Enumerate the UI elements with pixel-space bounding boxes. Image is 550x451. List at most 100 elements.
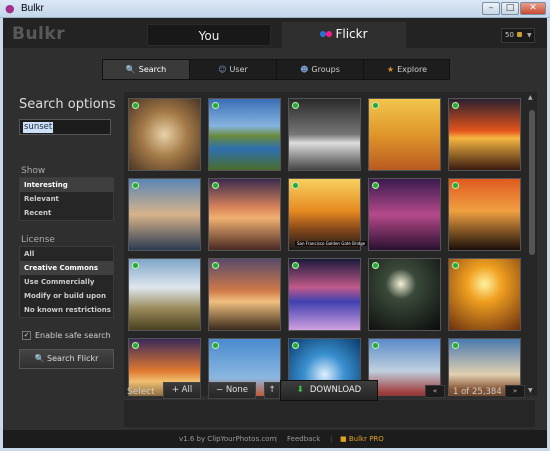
footer-pro-label: Bulkr PRO	[348, 435, 384, 443]
search-options-title: Search options	[19, 97, 116, 112]
search-type-tabs: 🔍 Search ☺ User ☻ Groups ★ Explore	[102, 59, 450, 80]
creative-commons-badge-icon	[452, 102, 459, 109]
photo-caption: San Francisco Golden Gate Bridge	[295, 241, 368, 246]
maximize-button[interactable]: □	[501, 2, 519, 15]
creative-commons-badge-icon	[132, 182, 139, 189]
creative-commons-badge-icon	[132, 262, 139, 269]
search-icon: 🔍	[34, 354, 45, 363]
prev-page-button[interactable]: «	[425, 385, 445, 398]
tab-flickr[interactable]: Flickr	[282, 22, 406, 50]
close-button[interactable]: ✕	[520, 2, 546, 15]
creative-commons-badge-icon	[212, 262, 219, 269]
footer-feedback-link[interactable]: Feedback	[287, 435, 320, 443]
grid-scrollbar[interactable]: ▲ ▼	[527, 92, 537, 396]
photo-thumbnail[interactable]	[368, 178, 441, 251]
per-page-dropdown[interactable]: 50 ▼	[501, 28, 535, 43]
photo-thumbnail[interactable]	[368, 98, 441, 171]
photo-thumbnail[interactable]: San Francisco Golden Gate Bridge	[288, 178, 368, 251]
license-label: License	[21, 235, 55, 245]
creative-commons-badge-icon	[292, 262, 299, 269]
footer-separator: |	[275, 435, 278, 443]
photo-thumbnail[interactable]	[128, 178, 201, 251]
search-input[interactable]: sunset	[19, 119, 111, 135]
creative-commons-badge-icon	[292, 182, 299, 189]
tab-explore[interactable]: ★ Explore	[364, 60, 450, 79]
photo-thumbnail[interactable]	[448, 98, 521, 171]
star-icon: ★	[386, 65, 395, 74]
tab-user[interactable]: ☺ User	[190, 60, 277, 79]
creative-commons-badge-icon	[212, 182, 219, 189]
footer-pro-link[interactable]: ■ Bulkr PRO	[340, 435, 384, 443]
creative-commons-badge-icon	[372, 262, 379, 269]
upload-button[interactable]: ↑	[264, 382, 280, 399]
safe-search-checkbox[interactable]: ✓	[22, 331, 31, 340]
window-titlebar: ● Bulkr – □ ✕	[0, 0, 550, 18]
license-option-modify[interactable]: Modify or build upon	[20, 289, 113, 303]
tab-user-label: User	[229, 65, 248, 74]
next-page-button[interactable]: »	[505, 385, 525, 398]
search-flickr-label: Search Flickr	[47, 354, 99, 363]
photo-thumbnail[interactable]	[368, 258, 441, 331]
app-logo: Bulkr	[12, 24, 66, 44]
footer-separator: |	[330, 435, 333, 443]
lock-icon	[517, 32, 522, 37]
photo-thumbnail[interactable]	[448, 258, 521, 331]
show-options-list: Interesting Relevant Recent	[19, 177, 114, 221]
show-label: Show	[21, 166, 46, 176]
license-option-no-restrictions[interactable]: No known restrictions	[20, 303, 113, 317]
creative-commons-badge-icon	[372, 342, 379, 349]
photo-thumbnail[interactable]	[128, 98, 201, 171]
top-bar: Bulkr You Flickr 50 ▼	[3, 18, 547, 50]
scroll-down-icon[interactable]: ▼	[528, 387, 533, 394]
tab-flickr-label: Flickr	[335, 27, 368, 41]
photo-thumbnail[interactable]	[208, 178, 281, 251]
tab-search-label: Search	[138, 65, 167, 74]
photo-thumbnail[interactable]	[448, 178, 521, 251]
photo-thumbnail[interactable]	[208, 98, 281, 171]
photo-thumbnail[interactable]	[208, 258, 281, 331]
license-option-creative-commons[interactable]: Creative Commons	[20, 261, 113, 275]
creative-commons-badge-icon	[372, 182, 379, 189]
creative-commons-badge-icon	[212, 102, 219, 109]
photo-thumbnail[interactable]	[128, 258, 201, 331]
photo-thumbnail[interactable]	[288, 258, 361, 331]
tab-groups[interactable]: ☻ Groups	[277, 60, 364, 79]
search-icon: 🔍	[125, 65, 136, 74]
minimize-button[interactable]: –	[482, 2, 500, 15]
window-title: Bulkr	[21, 3, 44, 14]
per-page-value: 50	[505, 31, 514, 39]
creative-commons-badge-icon	[132, 342, 139, 349]
download-label: DOWNLOAD	[309, 385, 362, 395]
select-none-button[interactable]: − None	[208, 382, 256, 399]
download-icon: ⬇	[296, 385, 304, 395]
license-option-all[interactable]: All	[20, 247, 113, 261]
footer-version: v1.6 by ClipYourPhotos.com	[179, 435, 277, 443]
tab-search[interactable]: 🔍 Search	[103, 60, 190, 79]
creative-commons-badge-icon	[452, 342, 459, 349]
tab-groups-label: Groups	[311, 65, 340, 74]
photo-grid: San Francisco Golden Gate Bridge	[124, 92, 535, 396]
flickr-pink-dot-icon	[326, 31, 333, 37]
search-flickr-button[interactable]: 🔍 Search Flickr	[19, 349, 114, 369]
select-label: Select	[127, 387, 155, 397]
bottom-bar	[124, 399, 535, 427]
select-all-button[interactable]: + All	[163, 382, 201, 399]
download-button[interactable]: ⬇ DOWNLOAD	[280, 380, 378, 401]
show-option-interesting[interactable]: Interesting	[20, 178, 113, 192]
search-input-value: sunset	[23, 122, 54, 133]
creative-commons-badge-icon	[292, 102, 299, 109]
tab-you[interactable]: You	[147, 24, 271, 46]
show-option-relevant[interactable]: Relevant	[20, 192, 113, 206]
groups-icon: ☻	[300, 65, 309, 74]
scroll-up-icon[interactable]: ▲	[528, 94, 533, 101]
show-option-recent[interactable]: Recent	[20, 206, 113, 220]
creative-commons-badge-icon	[452, 182, 459, 189]
photo-thumbnail[interactable]	[288, 98, 361, 171]
scrollbar-thumb[interactable]	[529, 110, 535, 255]
creative-commons-badge-icon	[292, 342, 299, 349]
footer: v1.6 by ClipYourPhotos.com | Feedback | …	[3, 430, 547, 448]
creative-commons-badge-icon	[212, 342, 219, 349]
page-indicator: 1 of 25,384	[453, 387, 502, 397]
lock-icon: ■	[340, 435, 347, 443]
license-option-use-commercially[interactable]: Use Commercially	[20, 275, 113, 289]
